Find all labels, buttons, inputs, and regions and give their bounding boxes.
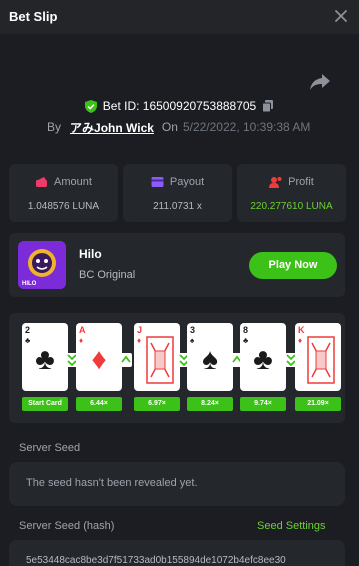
- card-a-diamonds: A ♦ ♦: [76, 323, 122, 391]
- server-seed-field: The seed hasn't been revealed yet.: [9, 462, 345, 506]
- shield-check-icon: [84, 99, 97, 113]
- face-card-art-icon: [307, 336, 335, 384]
- card-rank: 2: [25, 325, 31, 335]
- card-suit: ♦: [79, 336, 84, 345]
- payout-value: 211.0731 x: [153, 201, 202, 212]
- profit-label: Profit: [288, 176, 314, 188]
- user-link[interactable]: アみJohn Wick: [70, 119, 154, 136]
- seed-settings-link[interactable]: Seed Settings: [257, 520, 326, 532]
- card-2-clubs: 2 ♣ ♣: [22, 323, 68, 391]
- server-seed-hash-field[interactable]: 5e53448cac8be3d7f51733ad0b155894de1072b4…: [9, 540, 345, 566]
- card-j-diamonds: J ♦: [134, 323, 180, 391]
- card-center-suit: ♠: [202, 343, 218, 376]
- share-icon[interactable]: [309, 72, 331, 92]
- card-3-spades: 3 ♠ ♠: [187, 323, 233, 391]
- card-center-suit: ♣: [35, 343, 55, 376]
- card-rank: 8: [243, 325, 249, 335]
- server-seed-hash-label: Server Seed (hash): [19, 520, 115, 532]
- multiplier-badge: 6.44×: [76, 397, 122, 411]
- card-rank: A: [79, 325, 86, 335]
- payout-label: Payout: [169, 176, 205, 188]
- on-label: On: [161, 120, 178, 134]
- card-suit: ♦: [298, 336, 303, 345]
- profit-icon: [269, 177, 282, 188]
- multiplier-badge: 9.74×: [240, 397, 286, 411]
- payout-stat: Payout 211.0731 x: [123, 164, 232, 222]
- multiplier-badge: 21.09×: [295, 397, 341, 411]
- card-history: 2 ♣ ♣ A ♦ ♦ J ♦ 3 ♠ ♠ 8 ♣ ♣ K ♦ Start Ca…: [9, 313, 345, 423]
- play-now-button[interactable]: Play Now: [249, 252, 337, 279]
- bet-author-row: By アみJohn Wick On 5/22/2022, 10:39:38 AM: [47, 119, 310, 135]
- card-k-diamonds: K ♦: [295, 323, 341, 391]
- server-seed-label: Server Seed: [19, 442, 81, 454]
- hilo-logo-icon: HILO: [18, 241, 66, 289]
- title-bar: Bet Slip: [0, 0, 359, 34]
- card-center-suit: ♣: [253, 343, 273, 376]
- card-rank: J: [137, 325, 143, 335]
- profit-value: 220.277610 LUNA: [250, 201, 333, 212]
- page-title: Bet Slip: [9, 9, 58, 24]
- card-8-clubs: 8 ♣ ♣: [240, 323, 286, 391]
- multiplier-badge: 8.24×: [187, 397, 233, 411]
- server-seed-hash-value: 5e53448cac8be3d7f51733ad0b155894de1072b4…: [26, 555, 286, 566]
- amount-label: Amount: [54, 176, 92, 188]
- card-suit: ♣: [243, 336, 249, 345]
- card-rank: 3: [190, 325, 196, 335]
- face-card-art-icon: [146, 336, 174, 384]
- card-suit: ♦: [137, 336, 142, 345]
- game-name: Hilo: [79, 247, 102, 261]
- card-icon: [151, 177, 164, 187]
- higher-arrow-icon: [120, 353, 132, 367]
- hilo-logo-text: HILO: [22, 281, 37, 287]
- wallet-icon: [36, 177, 48, 187]
- by-label: By: [47, 120, 62, 134]
- bet-date: 5/22/2022, 10:39:38 AM: [182, 120, 311, 134]
- game-logo: HILO: [18, 241, 66, 289]
- multiplier-badge: Start Card: [22, 397, 68, 411]
- card-suit: ♣: [25, 336, 31, 345]
- bet-id-row: Bet ID: 16500920753888705: [0, 97, 359, 115]
- close-icon[interactable]: [333, 8, 349, 24]
- multiplier-badge: 6.97×: [134, 397, 180, 411]
- game-card: HILO Hilo BC Original Play Now: [9, 233, 345, 297]
- bet-id: Bet ID: 16500920753888705: [102, 99, 257, 113]
- server-seed-value: The seed hasn't been revealed yet.: [26, 477, 198, 489]
- game-subtitle: BC Original: [79, 269, 136, 281]
- card-center-suit: ♦: [91, 343, 107, 376]
- copy-icon[interactable]: [262, 100, 274, 112]
- amount-value: 1.048576 LUNA: [27, 201, 100, 212]
- profit-stat: Profit 220.277610 LUNA: [237, 164, 346, 222]
- card-suit: ♠: [190, 336, 195, 345]
- amount-stat: Amount 1.048576 LUNA: [9, 164, 118, 222]
